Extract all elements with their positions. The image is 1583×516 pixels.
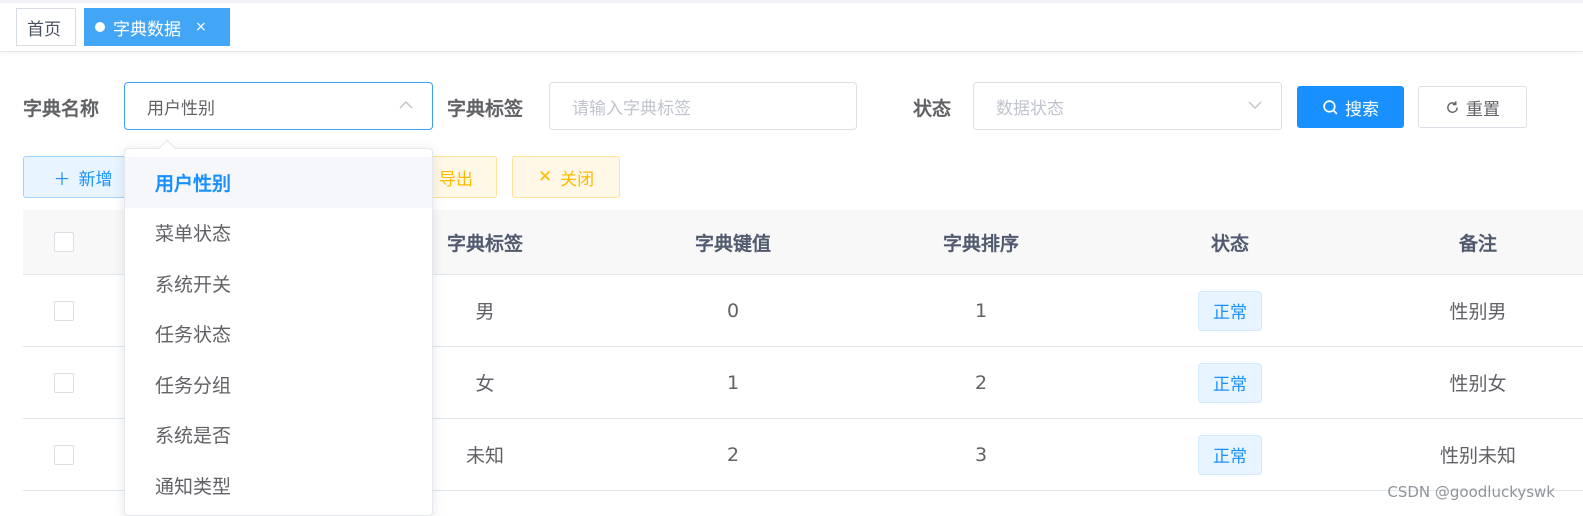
- row-checkbox[interactable]: [54, 372, 74, 393]
- dict-label-input[interactable]: 请输入字典标签: [549, 82, 857, 130]
- dict-label-label: 字典标签: [447, 98, 524, 120]
- status-badge: 正常: [1198, 434, 1262, 475]
- add-button-label: 新增: [78, 169, 113, 190]
- header-remark: 备注: [1458, 232, 1497, 255]
- dropdown-option[interactable]: 系统开关: [125, 258, 432, 309]
- close-icon: ✕: [537, 167, 553, 187]
- cell-status: 正常: [1130, 275, 1330, 346]
- close-button-label: 关闭: [560, 169, 595, 190]
- dropdown-option[interactable]: 菜单状态: [125, 208, 432, 259]
- tab-home[interactable]: 首页: [16, 8, 76, 46]
- cell-value: 2: [726, 443, 740, 466]
- tab-close-icon[interactable]: ×: [195, 19, 207, 35]
- cell-sort: 1: [974, 299, 988, 322]
- cell-remark: 性别男: [1449, 301, 1507, 323]
- cell-status: 正常: [1130, 419, 1330, 490]
- status-placeholder: 数据状态: [996, 98, 1064, 119]
- reset-button-label: 重置: [1466, 99, 1500, 120]
- status-badge: 正常: [1198, 290, 1262, 331]
- row-checkbox[interactable]: [54, 300, 74, 321]
- dropdown-option[interactable]: 通知类型: [125, 460, 432, 511]
- search-button-label: 搜索: [1345, 99, 1379, 120]
- dict-name-label: 字典名称: [23, 98, 100, 120]
- dict-name-dropdown: 用户性别 菜单状态 系统开关 任务状态 任务分组 系统是否 通知类型: [124, 139, 433, 516]
- row-select: [43, 347, 85, 418]
- dropdown-option[interactable]: 任务状态: [125, 309, 432, 360]
- row-select: [43, 419, 85, 490]
- plus-icon: ＋: [53, 169, 71, 190]
- select-all-checkbox[interactable]: [54, 232, 74, 252]
- row-checkbox[interactable]: [54, 444, 74, 465]
- header-status: 状态: [1210, 232, 1249, 255]
- search-icon: [1323, 99, 1338, 114]
- cell-value: 0: [726, 299, 740, 322]
- active-dot-icon: [95, 22, 105, 32]
- refresh-icon: [1447, 100, 1458, 113]
- tab-home-label: 首页: [27, 19, 61, 40]
- export-button-label: 导出: [439, 169, 473, 190]
- tab-dict-data[interactable]: 字典数据 ×: [84, 8, 230, 46]
- status-badge: 正常: [1198, 362, 1262, 403]
- watermark: CSDN @goodluckyswk: [1387, 483, 1555, 501]
- tab-dict-data-label: 字典数据: [113, 19, 181, 40]
- cell-remark: 性别未知: [1439, 445, 1516, 467]
- dict-name-select[interactable]: 用户性别: [124, 82, 433, 130]
- cell-remark: 性别女: [1449, 373, 1507, 395]
- chevron-down-icon: [1248, 101, 1262, 110]
- cell-sort: 3: [974, 443, 988, 466]
- dropdown-option[interactable]: 系统是否: [125, 410, 432, 461]
- row-select: [43, 275, 85, 346]
- cell-value: 1: [726, 371, 740, 394]
- dict-label-placeholder: 请输入字典标签: [572, 98, 691, 119]
- status-select[interactable]: 数据状态: [973, 82, 1282, 130]
- dropdown-arrow: [158, 139, 176, 157]
- tags-view-bar: 首页 字典数据 ×: [0, 0, 1583, 52]
- header-value: 字典键值: [694, 232, 771, 255]
- dropdown-option[interactable]: 任务分组: [125, 359, 432, 410]
- dropdown-option-selected[interactable]: 用户性别: [125, 157, 432, 208]
- status-label: 状态: [913, 98, 952, 120]
- header-select-all: [43, 210, 85, 274]
- search-button[interactable]: 搜索: [1297, 86, 1404, 128]
- cell-sort: 2: [974, 371, 988, 394]
- header-sort: 字典排序: [942, 232, 1019, 255]
- close-button[interactable]: ✕ 关闭: [512, 156, 620, 198]
- cell-status: 正常: [1130, 347, 1330, 418]
- reset-button[interactable]: 重置: [1418, 86, 1527, 128]
- dict-name-value: 用户性别: [147, 98, 215, 119]
- chevron-up-icon: [399, 100, 413, 109]
